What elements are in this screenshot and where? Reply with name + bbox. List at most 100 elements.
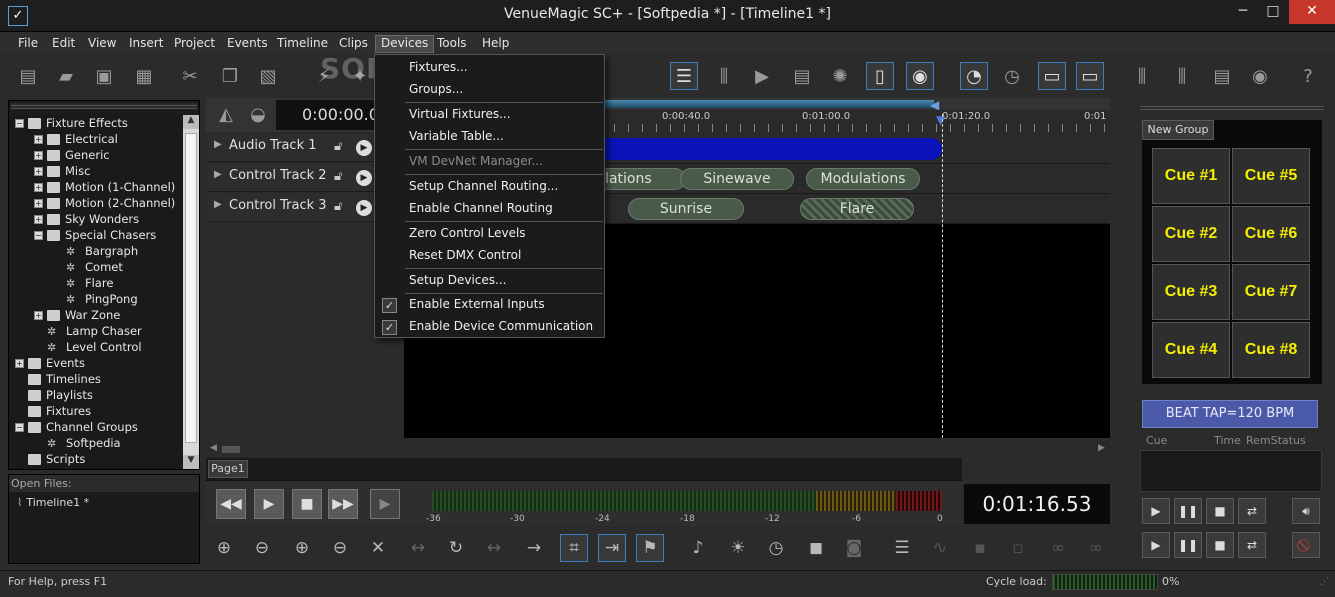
resize-grip-icon[interactable]: ⋰ xyxy=(1320,577,1329,587)
lock-tool-icon[interactable]: ▪ xyxy=(966,534,994,562)
expand-plus-icon[interactable]: + xyxy=(34,214,43,224)
cue-button-4[interactable]: Cue #4 xyxy=(1152,322,1230,378)
tree-node[interactable]: − Channel Groups xyxy=(9,419,183,435)
hscroll-thumb[interactable] xyxy=(222,446,240,453)
cue-button-5[interactable]: Cue #5 xyxy=(1232,148,1310,204)
cue-pause-alt-icon[interactable]: ❚❚ xyxy=(1174,532,1202,558)
menu-file[interactable]: File xyxy=(18,35,38,53)
menu-help[interactable]: Help xyxy=(482,35,509,53)
tree-node[interactable]: Fixtures xyxy=(9,403,183,419)
cue-play-alt-icon[interactable]: ▶ xyxy=(1142,532,1170,558)
cue-button-2[interactable]: Cue #2 xyxy=(1152,206,1230,262)
open-file-item[interactable]: ⌇ Timeline1 * xyxy=(9,492,199,513)
play-track-icon[interactable]: ▶ xyxy=(356,140,372,156)
menu-item-virtual-fixtures[interactable]: Virtual Fixtures... xyxy=(376,103,604,125)
cue-button-3[interactable]: Cue #3 xyxy=(1152,264,1230,320)
tree-node[interactable]: ✲ Softpedia xyxy=(9,435,183,451)
timer-icon[interactable]: ◷ xyxy=(998,62,1026,90)
menu-events[interactable]: Events xyxy=(227,35,268,53)
marker-icon[interactable]: ⚑ xyxy=(636,534,664,562)
menu-view[interactable]: View xyxy=(88,35,116,53)
cue-pause-icon[interactable]: ❚❚ xyxy=(1174,498,1202,524)
tree-node[interactable]: ✲ Comet xyxy=(9,259,183,275)
menu-insert[interactable]: Insert xyxy=(129,35,163,53)
expand-plus-icon[interactable]: + xyxy=(15,358,24,368)
cue-button-8[interactable]: Cue #8 xyxy=(1232,322,1310,378)
cue-play-icon[interactable]: ▶ xyxy=(1142,498,1170,524)
zoom-in-icon[interactable]: ⊕ xyxy=(210,534,238,562)
copy-icon[interactable]: ❐ xyxy=(216,62,244,90)
faders-alt-icon[interactable]: ⫼ xyxy=(1168,62,1196,90)
drum-icon[interactable]: ◉ xyxy=(906,62,934,90)
camera-icon[interactable]: ◙ xyxy=(840,534,868,562)
device-icon[interactable]: ▯ xyxy=(866,62,894,90)
goto-icon[interactable]: → xyxy=(520,534,548,562)
tree-node[interactable]: − Fixture Effects xyxy=(9,115,183,131)
move-icon[interactable]: ↔ xyxy=(480,534,508,562)
beat-tap-button[interactable]: BEAT TAP=120 BPM xyxy=(1142,400,1318,428)
expand-icon[interactable]: ▶ xyxy=(214,199,222,210)
panel-grip[interactable] xyxy=(11,103,197,109)
video-icon[interactable]: ▶ xyxy=(748,62,776,90)
tree-node[interactable]: + Motion (2-Channel) xyxy=(9,195,183,211)
tree-node[interactable]: − Special Chasers xyxy=(9,227,183,243)
graph-icon[interactable]: ∿ xyxy=(926,534,954,562)
mixer-icon[interactable]: ⫼ xyxy=(710,62,738,90)
save-all-icon[interactable]: ▦ xyxy=(130,62,158,90)
playhead-marker-icon[interactable]: ▼ xyxy=(936,113,945,127)
tree-node[interactable]: + Electrical xyxy=(9,131,183,147)
cue-list[interactable] xyxy=(1140,450,1322,492)
add-timer-icon[interactable]: ◷ xyxy=(762,534,790,562)
tree-node[interactable]: ✲ PingPong xyxy=(9,291,183,307)
play-track-icon[interactable]: ▶ xyxy=(356,200,372,216)
page-tab[interactable]: Page1 xyxy=(208,460,248,478)
scroll-down-icon[interactable]: ▼ xyxy=(183,455,199,469)
menu-item-enable-device-communication[interactable]: ✓ Enable Device Communication xyxy=(376,316,604,338)
tree-node[interactable]: ✲ Lamp Chaser xyxy=(9,323,183,339)
zoom-out-icon[interactable]: ⊖ xyxy=(248,534,276,562)
tree-node[interactable]: + War Zone xyxy=(9,307,183,323)
help-icon[interactable]: ? xyxy=(1294,62,1322,90)
expand-plus-icon[interactable]: + xyxy=(34,198,43,208)
expand-plus-icon[interactable]: + xyxy=(34,310,43,320)
menu-clips[interactable]: Clips xyxy=(339,35,368,53)
collapse-minus-icon[interactable]: − xyxy=(34,230,43,240)
save-icon[interactable]: ▣ xyxy=(90,62,118,90)
close-button[interactable]: ✕ xyxy=(1289,0,1335,24)
cue-stop-alt-icon[interactable]: ■ xyxy=(1206,532,1234,558)
lock-icon[interactable]: 🔓︎ xyxy=(334,199,342,214)
zoom-selection-icon[interactable]: ⊖ xyxy=(326,534,354,562)
zoom-fit-icon[interactable]: ⊕ xyxy=(288,534,316,562)
dial-icon[interactable]: ◔ xyxy=(960,62,988,90)
grid-snap-icon[interactable]: ⌗ xyxy=(560,534,588,562)
panel-grip[interactable] xyxy=(1140,104,1324,110)
fast-forward-icon[interactable]: ▶▶ xyxy=(328,489,358,519)
add-light-icon[interactable]: ☀ xyxy=(724,534,752,562)
menu-item-setup-devices[interactable]: Setup Devices... xyxy=(376,269,604,291)
menu-tools[interactable]: Tools xyxy=(437,35,467,53)
tree-node[interactable]: Scripts xyxy=(9,451,183,467)
cue-button-1[interactable]: Cue #1 xyxy=(1152,148,1230,204)
maximize-button[interactable]: □ xyxy=(1258,0,1288,24)
menu-item-zero-control-levels[interactable]: Zero Control Levels xyxy=(376,222,604,244)
rewind-icon[interactable]: ◀◀ xyxy=(216,489,246,519)
lock-icon[interactable]: 🔓︎ xyxy=(334,169,342,184)
tree-node[interactable]: + Events xyxy=(9,355,183,371)
timeline-hscroll[interactable]: ◀ ▶ xyxy=(206,440,1110,458)
menu-edit[interactable]: Edit xyxy=(52,35,75,53)
add-audio-icon[interactable]: ♪ xyxy=(684,534,712,562)
tree-node[interactable]: + Misc xyxy=(9,163,183,179)
cut-icon[interactable]: ✂ xyxy=(176,62,204,90)
lock-icon[interactable]: 🔓︎ xyxy=(334,139,342,154)
menu-item-reset-dmx[interactable]: Reset DMX Control xyxy=(376,244,604,266)
menu-item-enable-channel-routing[interactable]: Enable Channel Routing xyxy=(376,197,604,219)
properties-icon[interactable]: ▤ xyxy=(1208,62,1236,90)
menu-project[interactable]: Project xyxy=(174,35,215,53)
menu-item-variable-table[interactable]: Variable Table... xyxy=(376,125,604,147)
tree-node[interactable]: ✲ Level Control xyxy=(9,339,183,355)
table-icon[interactable]: ▤ xyxy=(788,62,816,90)
tree-node[interactable]: + Sky Wonders xyxy=(9,211,183,227)
tab-new-group-1[interactable]: New Group 1 xyxy=(1142,120,1214,154)
expand-icon[interactable]: ✕ xyxy=(364,534,392,562)
tree-node[interactable]: ✲ Bargraph xyxy=(9,243,183,259)
